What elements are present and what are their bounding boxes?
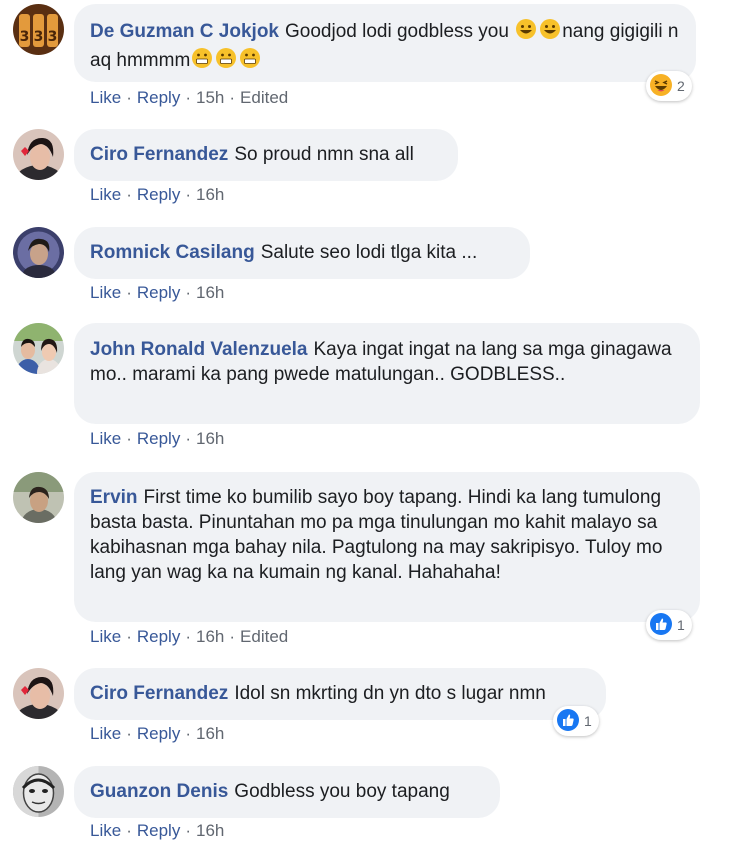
- comment-author[interactable]: John Ronald Valenzuela: [90, 339, 308, 360]
- like-icon: [649, 612, 673, 639]
- like-link[interactable]: Like: [90, 429, 121, 448]
- comment-bubble: Guanzon Denis Godbless you boy tapang: [74, 766, 500, 818]
- svg-text:3: 3: [20, 29, 30, 45]
- avatar[interactable]: [13, 472, 64, 523]
- comment-text: Idol sn mkrting dn yn dto s lugar nmn: [234, 683, 546, 704]
- like-link[interactable]: Like: [90, 283, 121, 302]
- timestamp[interactable]: 15h: [196, 88, 224, 107]
- separator: ·: [185, 88, 191, 107]
- comment-text: Salute seo lodi tlga kita ...: [260, 242, 478, 263]
- separator: ·: [126, 627, 132, 646]
- edited-label[interactable]: Edited: [240, 88, 288, 107]
- avatar-image: [13, 323, 64, 374]
- separator: ·: [229, 88, 236, 107]
- separator: ·: [185, 185, 191, 204]
- comment-bubble: Ciro Fernandez Idol sn mkrting dn yn dto …: [74, 668, 606, 720]
- comment-author[interactable]: De Guzman C Jokjok: [90, 21, 279, 42]
- comment-actions: Like · Reply · 15h · Edited: [90, 88, 288, 108]
- edited-label[interactable]: Edited: [240, 627, 288, 646]
- comment-bubble: De Guzman C Jokjok Goodjod lodi godbless …: [74, 4, 696, 82]
- comment-bubble: John Ronald Valenzuela Kaya ingat ingat n…: [74, 323, 700, 424]
- separator: ·: [185, 627, 191, 646]
- separator: ·: [185, 724, 191, 743]
- comment-actions: Like · Reply · 16h: [90, 185, 224, 205]
- timestamp[interactable]: 16h: [196, 724, 224, 743]
- comment-text: So proud nmn sna all: [234, 144, 414, 165]
- comment-text: Goodjod lodi godbless you: [285, 21, 509, 42]
- comment-author[interactable]: Ciro Fernandez: [90, 144, 228, 165]
- avatar[interactable]: [13, 227, 64, 278]
- timestamp[interactable]: 16h: [196, 185, 224, 204]
- comment-text: First time ko bumilib sayo boy tapang. H…: [90, 487, 663, 583]
- haha-icon: [649, 73, 673, 100]
- like-link[interactable]: Like: [90, 185, 121, 204]
- avatar-image: [13, 129, 64, 180]
- avatar-image: [13, 668, 64, 719]
- separator: ·: [126, 724, 132, 743]
- reply-link[interactable]: Reply: [137, 283, 180, 302]
- comment-author[interactable]: Ciro Fernandez: [90, 683, 228, 704]
- comment-author[interactable]: Ervin: [90, 487, 138, 508]
- reaction-count: 2: [677, 78, 685, 94]
- avatar-image: [13, 766, 64, 817]
- reply-link[interactable]: Reply: [137, 627, 180, 646]
- separator: ·: [185, 821, 191, 840]
- avatar-image: [13, 472, 64, 523]
- svg-text:3: 3: [34, 29, 44, 45]
- timestamp[interactable]: 16h: [196, 627, 224, 646]
- comment-actions: Like · Reply · 16h: [90, 821, 224, 841]
- avatar[interactable]: 3 3 3: [13, 4, 64, 55]
- like-icon: [556, 708, 580, 735]
- separator: ·: [126, 88, 132, 107]
- avatar[interactable]: [13, 129, 64, 180]
- avatar[interactable]: [13, 668, 64, 719]
- reaction-badge[interactable]: 1: [553, 706, 599, 736]
- avatar[interactable]: [13, 766, 64, 817]
- reply-link[interactable]: Reply: [137, 88, 180, 107]
- comment-actions: Like · Reply · 16h: [90, 429, 224, 449]
- reply-link[interactable]: Reply: [137, 724, 180, 743]
- comment-text: Godbless you boy tapang: [234, 781, 450, 802]
- like-link[interactable]: Like: [90, 627, 121, 646]
- avatar[interactable]: [13, 323, 64, 374]
- comment-bubble: Ervin First time ko bumilib sayo boy tapa…: [74, 472, 700, 622]
- timestamp[interactable]: 16h: [196, 821, 224, 840]
- separator: ·: [126, 429, 132, 448]
- comment-actions: Like · Reply · 16h · Edited: [90, 627, 288, 647]
- svg-text:3: 3: [48, 29, 58, 45]
- smile-emoji-icon: [539, 18, 561, 47]
- avatar-image: [13, 227, 64, 278]
- reaction-badge[interactable]: 2: [646, 71, 692, 101]
- comment-author[interactable]: Guanzon Denis: [90, 781, 228, 802]
- reaction-badge[interactable]: 1: [646, 610, 692, 640]
- timestamp[interactable]: 16h: [196, 283, 224, 302]
- comment-bubble: Ciro Fernandez So proud nmn sna all: [74, 129, 458, 181]
- smile-emoji-icon: [515, 18, 537, 47]
- separator: ·: [126, 821, 132, 840]
- comment-bubble: Romnick Casilang Salute seo lodi tlga kit…: [74, 227, 530, 279]
- comment-actions: Like · Reply · 16h: [90, 724, 224, 744]
- separator: ·: [229, 627, 236, 646]
- like-link[interactable]: Like: [90, 88, 121, 107]
- like-link[interactable]: Like: [90, 724, 121, 743]
- reaction-count: 1: [584, 713, 592, 729]
- grimace-emoji-icon: [239, 47, 261, 76]
- reply-link[interactable]: Reply: [137, 185, 180, 204]
- grimace-emoji-icon: [191, 47, 213, 76]
- avatar-image: 3 3 3: [13, 4, 64, 55]
- timestamp[interactable]: 16h: [196, 429, 224, 448]
- separator: ·: [185, 429, 191, 448]
- like-link[interactable]: Like: [90, 821, 121, 840]
- separator: ·: [185, 283, 191, 302]
- comment-actions: Like · Reply · 16h: [90, 283, 224, 303]
- reply-link[interactable]: Reply: [137, 429, 180, 448]
- separator: ·: [126, 185, 132, 204]
- grimace-emoji-icon: [215, 47, 237, 76]
- comment-author[interactable]: Romnick Casilang: [90, 242, 255, 263]
- reply-link[interactable]: Reply: [137, 821, 180, 840]
- reaction-count: 1: [677, 617, 685, 633]
- separator: ·: [126, 283, 132, 302]
